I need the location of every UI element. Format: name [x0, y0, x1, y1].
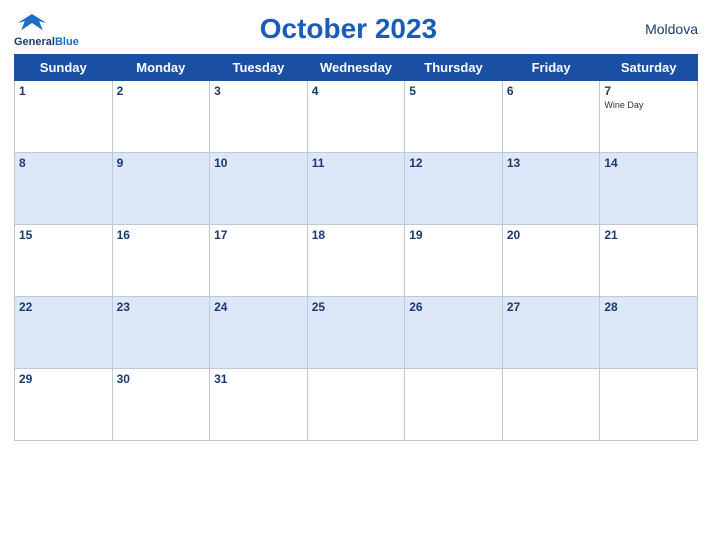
- date-number: 19: [409, 228, 498, 242]
- country-label: Moldova: [618, 21, 698, 37]
- logo-general: General: [14, 36, 55, 48]
- logo-icon: [14, 10, 50, 36]
- date-number: 2: [117, 84, 206, 98]
- calendar-cell-w4d1: 30: [112, 369, 210, 441]
- calendar-cell-w2d5: 20: [502, 225, 600, 297]
- header-sunday: Sunday: [15, 55, 113, 81]
- calendar-cell-w2d4: 19: [405, 225, 503, 297]
- date-number: 24: [214, 300, 303, 314]
- calendar-cell-w4d2: 31: [210, 369, 308, 441]
- calendar-cell-w0d2: 3: [210, 81, 308, 153]
- date-number: 1: [19, 84, 108, 98]
- week-row-3: 22 23 24 25 26 27 28: [15, 297, 698, 369]
- week-row-1: 89 10 11 12 13 14: [15, 153, 698, 225]
- calendar-cell-w3d1: 23: [112, 297, 210, 369]
- calendar-cell-w0d1: 2: [112, 81, 210, 153]
- calendar-cell-w3d0: 22: [15, 297, 113, 369]
- date-number: 8: [19, 156, 108, 170]
- calendar-cell-w3d2: 24: [210, 297, 308, 369]
- date-number: 15: [19, 228, 108, 242]
- calendar-cell-w3d5: 27: [502, 297, 600, 369]
- week-row-0: 1234567 Wine Day: [15, 81, 698, 153]
- header-saturday: Saturday: [600, 55, 698, 81]
- calendar-cell-w1d0: 8: [15, 153, 113, 225]
- calendar-cell-w4d0: 29: [15, 369, 113, 441]
- date-number: 11: [312, 156, 401, 170]
- calendar-body: 1234567Wine Day8910111213141516171819202…: [15, 81, 698, 441]
- calendar-cell-w1d5: 13: [502, 153, 600, 225]
- date-number: 23: [117, 300, 206, 314]
- calendar-cell-w3d3: 25: [307, 297, 405, 369]
- calendar-cell-w0d4: 5: [405, 81, 503, 153]
- header-friday: Friday: [502, 55, 600, 81]
- date-number: 12: [409, 156, 498, 170]
- event-label: Wine Day: [604, 100, 693, 111]
- calendar-cell-w4d3: [307, 369, 405, 441]
- calendar-cell-w2d3: 18: [307, 225, 405, 297]
- calendar-title: October 2023: [260, 13, 437, 45]
- days-header-row: Sunday Monday Tuesday Wednesday Thursday…: [15, 55, 698, 81]
- date-number: 18: [312, 228, 401, 242]
- calendar-cell-w2d1: 16: [112, 225, 210, 297]
- header-monday: Monday: [112, 55, 210, 81]
- date-number: 14: [604, 156, 693, 170]
- date-number: 31: [214, 372, 303, 386]
- calendar-cell-w4d5: [502, 369, 600, 441]
- calendar-cell-w2d2: 17: [210, 225, 308, 297]
- date-number: 25: [312, 300, 401, 314]
- calendar-container: GeneralBlue October 2023 Moldova Sunday …: [0, 0, 712, 550]
- logo-area: GeneralBlue: [14, 10, 79, 48]
- date-number: 29: [19, 372, 108, 386]
- logo-blue: Blue: [55, 36, 79, 48]
- date-number: 22: [19, 300, 108, 314]
- calendar-cell-w2d0: 15: [15, 225, 113, 297]
- calendar-cell-w1d1: 9: [112, 153, 210, 225]
- date-number: 17: [214, 228, 303, 242]
- calendar-cell-w4d6: [600, 369, 698, 441]
- date-number: 3: [214, 84, 303, 98]
- calendar-cell-w0d5: 6: [502, 81, 600, 153]
- date-number: 27: [507, 300, 596, 314]
- header-tuesday: Tuesday: [210, 55, 308, 81]
- calendar-cell-w1d6: 14: [600, 153, 698, 225]
- date-number: 10: [214, 156, 303, 170]
- header-thursday: Thursday: [405, 55, 503, 81]
- logo-text: GeneralBlue: [14, 36, 79, 48]
- date-number: 26: [409, 300, 498, 314]
- week-row-4: 29 30 31: [15, 369, 698, 441]
- calendar-cell-w1d3: 11: [307, 153, 405, 225]
- header-wednesday: Wednesday: [307, 55, 405, 81]
- calendar-header: GeneralBlue October 2023 Moldova: [14, 10, 698, 48]
- date-number: 5: [409, 84, 498, 98]
- date-number: 4: [312, 84, 401, 98]
- date-number: 30: [117, 372, 206, 386]
- calendar-cell-w3d6: 28: [600, 297, 698, 369]
- calendar-cell-w1d4: 12: [405, 153, 503, 225]
- calendar-cell-w3d4: 26: [405, 297, 503, 369]
- date-number: 9: [117, 156, 206, 170]
- date-number: 13: [507, 156, 596, 170]
- date-number: 7: [604, 84, 693, 98]
- calendar-cell-w4d4: [405, 369, 503, 441]
- calendar-cell-w0d0: 1: [15, 81, 113, 153]
- calendar-table: Sunday Monday Tuesday Wednesday Thursday…: [14, 54, 698, 441]
- date-number: 20: [507, 228, 596, 242]
- date-number: 6: [507, 84, 596, 98]
- week-row-2: 15 16 17 18 19 20 21: [15, 225, 698, 297]
- calendar-cell-w0d6: 7 Wine Day: [600, 81, 698, 153]
- calendar-cell-w0d3: 4: [307, 81, 405, 153]
- calendar-cell-w2d6: 21: [600, 225, 698, 297]
- date-number: 21: [604, 228, 693, 242]
- calendar-cell-w1d2: 10: [210, 153, 308, 225]
- date-number: 28: [604, 300, 693, 314]
- date-number: 16: [117, 228, 206, 242]
